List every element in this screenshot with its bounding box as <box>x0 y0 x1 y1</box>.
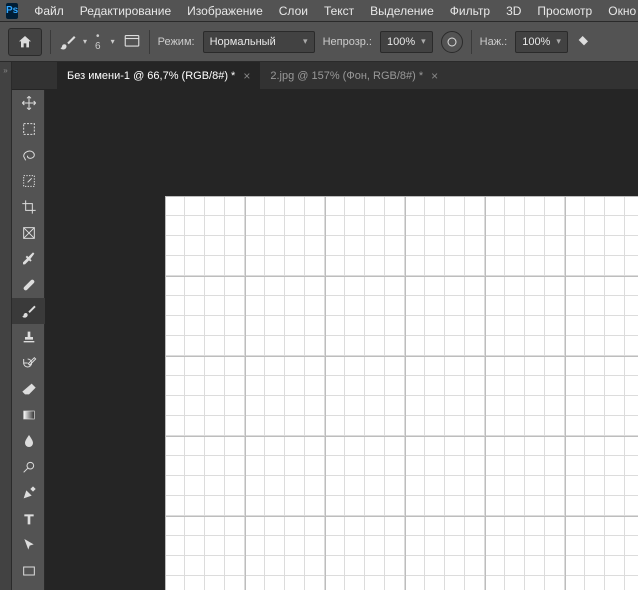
separator <box>471 30 472 54</box>
separator <box>149 30 150 54</box>
menu-layers[interactable]: Слои <box>271 1 316 21</box>
double-chevron-icon: » <box>3 66 7 75</box>
blend-mode-select[interactable]: Нормальный ▾ <box>203 31 315 53</box>
drop-icon <box>21 433 37 449</box>
document-canvas[interactable] <box>165 196 638 590</box>
brush-panel-toggle[interactable] <box>123 31 141 52</box>
lasso-tool[interactable] <box>12 142 45 168</box>
type-tool[interactable] <box>12 506 45 532</box>
menu-text[interactable]: Текст <box>316 1 362 21</box>
tab-label: 2.jpg @ 157% (Фон, RGB/8#) * <box>270 70 423 82</box>
chevron-down-icon: ▾ <box>556 36 561 47</box>
crop-icon <box>21 199 37 215</box>
chevron-down-icon: ▾ <box>83 37 87 46</box>
move-icon <box>21 95 37 111</box>
close-icon[interactable]: × <box>431 69 438 83</box>
frame-icon <box>21 225 37 241</box>
folder-icon <box>123 31 141 49</box>
move-tool[interactable] <box>12 90 45 116</box>
airbrush-toggle[interactable] <box>576 32 592 51</box>
tab-label: Без имени-1 @ 66,7% (RGB/8#) * <box>67 70 235 82</box>
eraser-tool[interactable] <box>12 376 45 402</box>
canvas-area[interactable] <box>45 90 638 590</box>
arrow-icon <box>21 537 37 553</box>
rectangle-icon <box>21 563 37 579</box>
menu-3d[interactable]: 3D <box>498 1 529 21</box>
dodge-tool[interactable] <box>12 454 45 480</box>
panel-toggle-strip[interactable]: » <box>0 62 12 90</box>
menu-select[interactable]: Выделение <box>362 1 442 21</box>
flow-value: 100% <box>522 36 550 48</box>
stamp-icon <box>21 329 37 345</box>
toolbar-toggle-strip[interactable] <box>0 90 12 590</box>
menu-file[interactable]: Файл <box>26 1 72 21</box>
lasso-icon <box>21 147 37 163</box>
mode-label: Режим: <box>158 36 195 48</box>
history-brush-tool[interactable] <box>12 350 45 376</box>
marquee-tool[interactable] <box>12 116 45 142</box>
document-tab[interactable]: Без имени-1 @ 66,7% (RGB/8#) * × <box>57 62 260 89</box>
pressure-opacity-toggle[interactable] <box>441 31 463 53</box>
brush-icon <box>59 33 77 51</box>
menu-edit[interactable]: Редактирование <box>72 1 179 21</box>
menu-bar: Ps Файл Редактирование Изображение Слои … <box>0 0 638 22</box>
gradient-icon <box>21 407 37 423</box>
shape-tool[interactable] <box>12 558 45 584</box>
chevron-down-icon[interactable]: ▾ <box>111 37 115 46</box>
opacity-label: Непрозр.: <box>323 36 372 48</box>
menu-view[interactable]: Просмотр <box>529 1 600 21</box>
eyedropper-icon <box>21 251 37 267</box>
type-icon <box>21 511 37 527</box>
bandaid-icon <box>21 277 37 293</box>
opacity-select[interactable]: 100% ▾ <box>380 31 433 53</box>
blur-tool[interactable] <box>12 428 45 454</box>
chevron-down-icon: ▾ <box>303 36 308 47</box>
brush-icon <box>21 303 37 319</box>
pen-tool[interactable] <box>12 480 45 506</box>
marquee-icon <box>21 121 37 137</box>
tools-panel <box>12 90 45 590</box>
history-brush-icon <box>21 355 37 371</box>
chevron-down-icon: ▾ <box>421 36 426 47</box>
dodge-icon <box>21 459 37 475</box>
wand-icon <box>21 173 37 189</box>
brush-tool[interactable] <box>12 298 45 324</box>
document-tabs: Без имени-1 @ 66,7% (RGB/8#) * × 2.jpg @… <box>12 62 638 90</box>
brush-size-picker[interactable]: • 6 <box>95 32 101 52</box>
options-bar: ▾ • 6 ▾ Режим: Нормальный ▾ Непрозр.: 10… <box>0 22 638 62</box>
opacity-value: 100% <box>387 36 415 48</box>
brush-dot-icon: • <box>96 32 100 42</box>
crop-tool[interactable] <box>12 194 45 220</box>
document-tab[interactable]: 2.jpg @ 157% (Фон, RGB/8#) * × <box>260 62 448 89</box>
menu-window[interactable]: Окно <box>600 1 638 21</box>
flow-label: Наж.: <box>480 36 508 48</box>
healing-brush-tool[interactable] <box>12 272 45 298</box>
menu-filter[interactable]: Фильтр <box>442 1 498 21</box>
eyedropper-tool[interactable] <box>12 246 45 272</box>
path-select-tool[interactable] <box>12 532 45 558</box>
flow-select[interactable]: 100% ▾ <box>515 31 568 53</box>
pen-icon <box>21 485 37 501</box>
gradient-tool[interactable] <box>12 402 45 428</box>
brush-size-value: 6 <box>95 42 101 52</box>
stamp-tool[interactable] <box>12 324 45 350</box>
quick-select-tool[interactable] <box>12 168 45 194</box>
pressure-icon <box>446 36 458 48</box>
airbrush-icon <box>576 32 592 48</box>
menu-image[interactable]: Изображение <box>179 1 271 21</box>
home-button[interactable] <box>8 28 42 56</box>
separator <box>50 30 51 54</box>
blend-mode-value: Нормальный <box>210 36 276 48</box>
eraser-icon <box>21 381 37 397</box>
frame-tool[interactable] <box>12 220 45 246</box>
close-icon[interactable]: × <box>243 69 250 83</box>
app-logo: Ps <box>6 3 18 19</box>
main-area <box>0 90 638 590</box>
home-icon <box>17 34 33 50</box>
brush-preset-picker[interactable]: ▾ <box>59 33 87 51</box>
